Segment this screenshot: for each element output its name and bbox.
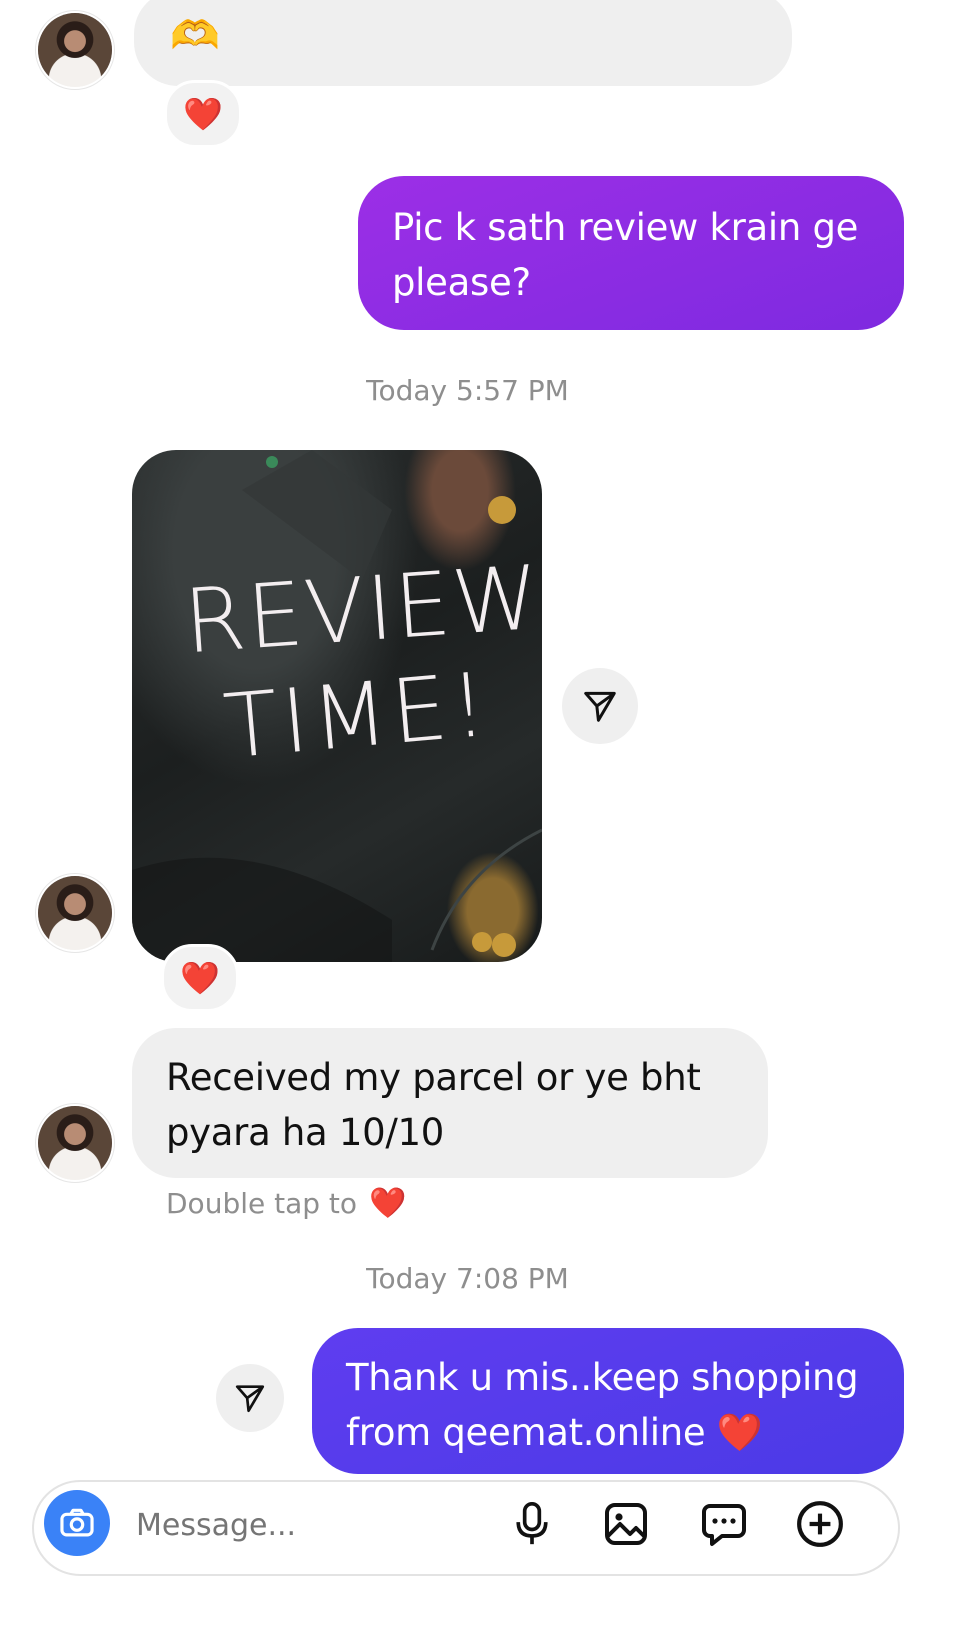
gallery-button[interactable] bbox=[598, 1496, 654, 1552]
sender-avatar[interactable] bbox=[38, 13, 112, 87]
sticker-icon bbox=[702, 1504, 746, 1546]
send-icon bbox=[584, 691, 616, 722]
add-button[interactable] bbox=[792, 1496, 848, 1552]
heart-hands-emoji: 🫶 bbox=[170, 13, 220, 59]
plus-icon bbox=[797, 1501, 843, 1547]
microphone-icon bbox=[516, 1502, 548, 1545]
image-icon bbox=[605, 1503, 647, 1545]
double-tap-hint: Double tap to ❤️ bbox=[166, 1186, 406, 1221]
incoming-message-bubble[interactable]: Received my parcel or ye bht pyara ha 10… bbox=[132, 1028, 768, 1178]
share-button[interactable] bbox=[562, 668, 638, 744]
timestamp: Today 7:08 PM bbox=[366, 1262, 569, 1295]
heart-icon: ❤️ bbox=[180, 959, 220, 997]
heart-icon: ❤️ bbox=[369, 1186, 407, 1221]
share-button[interactable] bbox=[216, 1364, 284, 1432]
image-caption-line2: TIME! bbox=[219, 652, 495, 779]
image-caption-line1: REVIEW bbox=[180, 545, 542, 674]
photo-message[interactable]: REVIEW TIME! bbox=[132, 450, 542, 962]
heart-reaction[interactable]: ❤️ bbox=[164, 80, 242, 148]
camera-icon bbox=[60, 1508, 94, 1537]
outgoing-message-bubble[interactable]: Thank u mis..keep shopping from qeemat.o… bbox=[312, 1328, 904, 1474]
outgoing-message-bubble[interactable]: Pic k sath review krain ge please? bbox=[358, 176, 904, 330]
message-text: Pic k sath review krain ge please? bbox=[392, 206, 859, 304]
incoming-message-bubble[interactable]: 🫶 bbox=[134, 0, 792, 86]
camera-button[interactable] bbox=[44, 1490, 110, 1556]
microphone-button[interactable] bbox=[504, 1496, 560, 1552]
hint-text: Double tap to bbox=[166, 1187, 358, 1220]
message-input[interactable] bbox=[134, 1500, 478, 1550]
timestamp: Today 5:57 PM bbox=[366, 374, 569, 407]
heart-reaction[interactable]: ❤️ bbox=[161, 944, 239, 1012]
send-icon bbox=[235, 1385, 265, 1413]
message-text: Thank u mis..keep shopping from qeemat.o… bbox=[346, 1356, 859, 1454]
message-text: Received my parcel or ye bht pyara ha 10… bbox=[166, 1056, 701, 1154]
heart-icon: ❤️ bbox=[183, 95, 223, 133]
sender-avatar[interactable] bbox=[38, 1106, 112, 1180]
sticker-button[interactable] bbox=[696, 1496, 752, 1552]
sender-avatar[interactable] bbox=[38, 876, 112, 950]
